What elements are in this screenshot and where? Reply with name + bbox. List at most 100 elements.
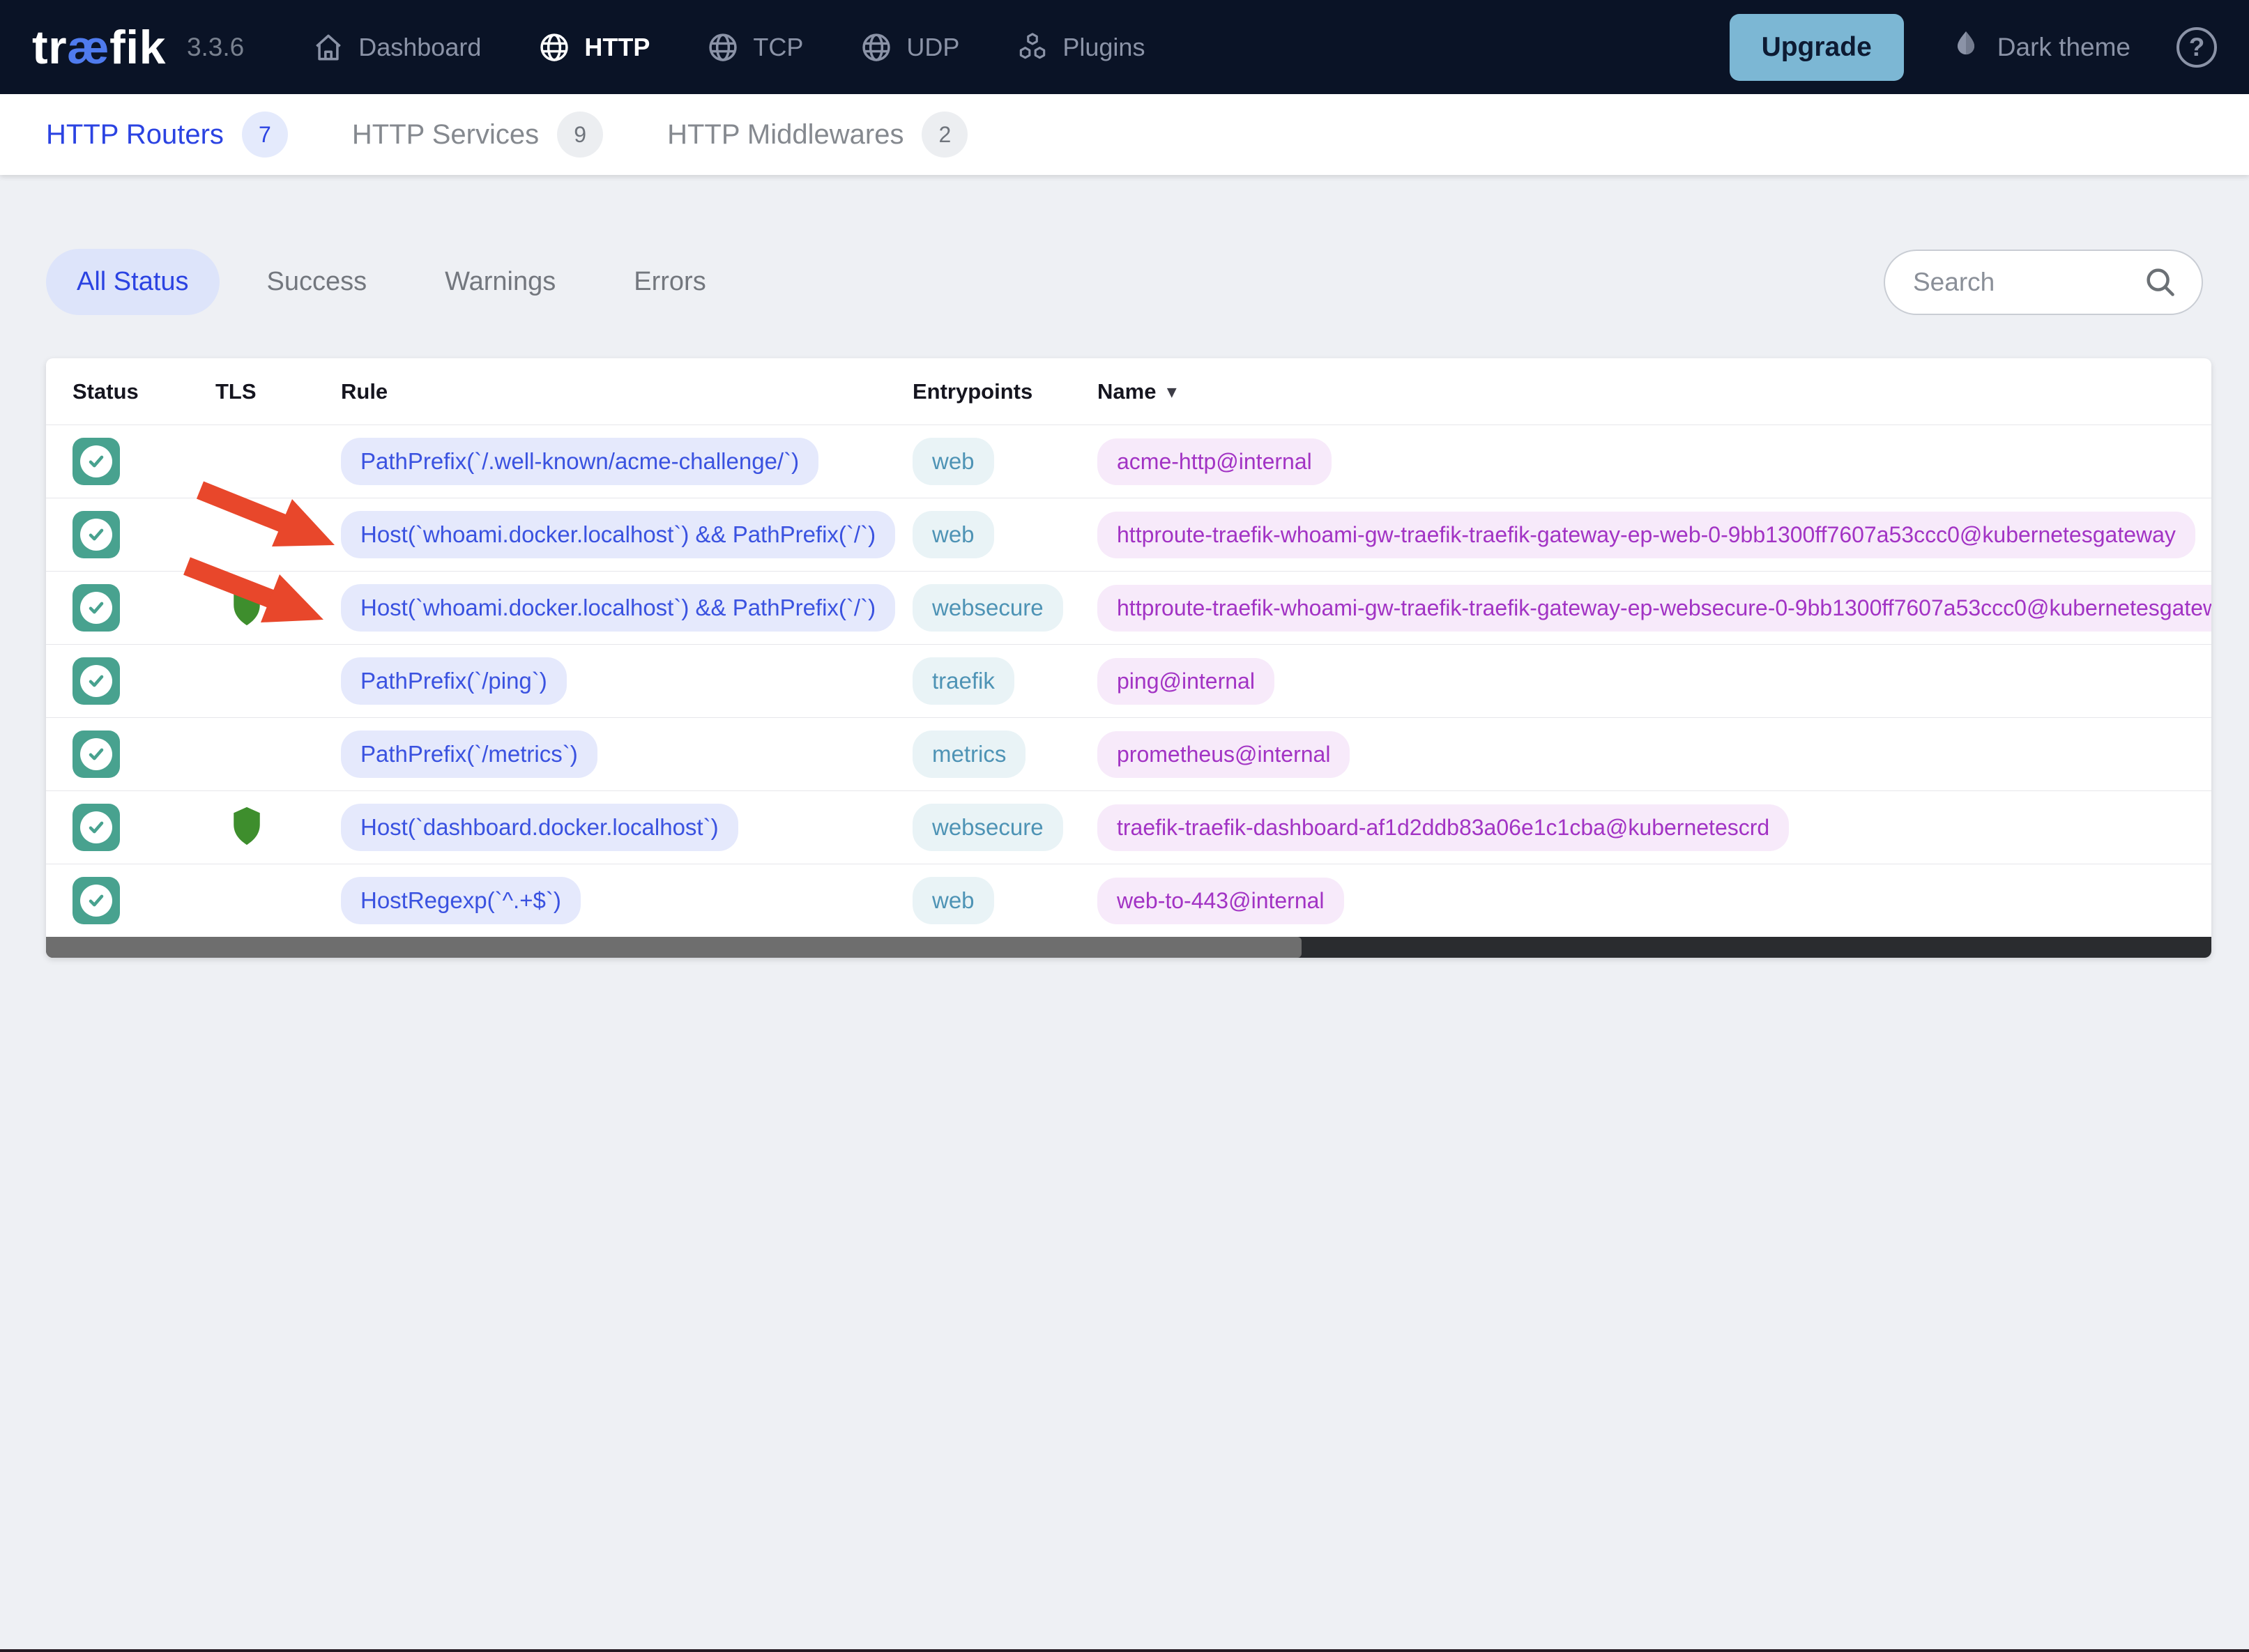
nav-item-label: Dashboard: [358, 32, 482, 61]
entrypoint-pill: web: [913, 438, 994, 485]
nav-item-http[interactable]: HTTP: [537, 30, 650, 65]
status-filter-tabs: All Status Success Warnings Errors: [46, 249, 737, 315]
navbar-right: Upgrade Dark theme ?: [1729, 13, 2217, 81]
count-badge: 2: [922, 112, 968, 158]
checkmark-icon: [80, 592, 112, 624]
nav-item-label: UDP: [906, 32, 960, 61]
name-pill: ping@internal: [1097, 657, 1274, 705]
count-badge: 7: [241, 112, 288, 158]
logo-part3: fik: [109, 20, 166, 74]
help-icon[interactable]: ?: [2176, 26, 2217, 68]
router-row[interactable]: PathPrefix(`/metrics`) metrics prometheus@…: [46, 717, 2211, 790]
tls-cell: [215, 586, 341, 631]
status-success-icon: [73, 584, 120, 632]
window-bottom-edge: [0, 1649, 2249, 1652]
name-cell: prometheus@internal: [1097, 731, 2211, 778]
name-cell: ping@internal: [1097, 657, 2211, 705]
entrypoints-cell: websecure: [913, 584, 1097, 632]
router-row[interactable]: PathPrefix(`/.well-known/acme-challenge/…: [46, 425, 2211, 498]
router-row[interactable]: Host(`whoami.docker.localhost`) && PathP…: [46, 571, 2211, 644]
subnav-tab-http-routers[interactable]: HTTP Routers 7: [46, 112, 288, 158]
entrypoint-pill: web: [913, 877, 994, 924]
checkmark-icon: [80, 665, 112, 697]
tls-cell: [215, 805, 341, 850]
sort-arrow-icon: ▾: [1167, 381, 1176, 401]
router-row[interactable]: Host(`whoami.docker.localhost`) && PathP…: [46, 498, 2211, 571]
name-cell: httproute-traefik-whoami-gw-traefik-trae…: [1097, 511, 2211, 558]
status-success-icon: [73, 438, 120, 485]
column-header-label: Entrypoints: [913, 378, 1033, 404]
rule-pill: PathPrefix(`/.well-known/acme-challenge/…: [341, 438, 819, 485]
globe-icon: [859, 30, 894, 65]
status-success-icon: [73, 731, 120, 778]
column-header-rule[interactable]: Rule: [341, 379, 913, 404]
column-header-label: Status: [73, 378, 139, 404]
entrypoint-pill: metrics: [913, 731, 1026, 778]
name-pill: web-to-443@internal: [1097, 877, 1344, 924]
nav-item-udp[interactable]: UDP: [859, 30, 959, 65]
logo-part2: æ: [67, 20, 110, 74]
subnav-tab-http-services[interactable]: HTTP Services 9: [351, 112, 604, 158]
router-row[interactable]: Host(`dashboard.docker.localhost`) websec…: [46, 790, 2211, 864]
column-header-entrypoints[interactable]: Entrypoints: [913, 379, 1097, 404]
column-header-tls[interactable]: TLS: [215, 379, 341, 404]
globe-icon: [706, 30, 740, 65]
subnav-tab-label: HTTP Services: [351, 118, 540, 150]
routers-table-card: Status TLS Rule Entrypoints Name ▾ PathPrefix…: [46, 358, 2211, 958]
column-header-status[interactable]: Status: [73, 379, 215, 404]
rule-cell: Host(`whoami.docker.localhost`) && PathP…: [341, 511, 913, 558]
status-cell: [73, 804, 215, 851]
entrypoints-cell: websecure: [913, 804, 1097, 851]
rule-pill: Host(`whoami.docker.localhost`) && PathP…: [341, 511, 896, 558]
filter-tab-success[interactable]: Success: [236, 249, 398, 315]
top-navbar: træfik 3.3.6 Dashboard HTTP TCP UDP Plugins …: [0, 0, 2249, 94]
filter-tab-warnings[interactable]: Warnings: [414, 249, 586, 315]
status-cell: [73, 584, 215, 632]
subnav-tab-label: HTTP Routers: [46, 118, 224, 150]
search-box: [1884, 249, 2203, 315]
subnav-tab-http-middlewares[interactable]: HTTP Middlewares 2: [667, 112, 968, 158]
search-icon[interactable]: [2142, 263, 2179, 301]
theme-toggle-label: Dark theme: [1997, 32, 2130, 61]
theme-toggle[interactable]: Dark theme: [1950, 28, 2130, 66]
table-header-row: Status TLS Rule Entrypoints Name ▾: [46, 358, 2211, 425]
checkmark-icon: [80, 885, 112, 917]
status-cell: [73, 657, 215, 705]
horizontal-scrollbar[interactable]: [46, 937, 2211, 958]
protocol-subnav: HTTP Routers 7 HTTP Services 9 HTTP Middlewa…: [0, 94, 2249, 175]
traefik-logo[interactable]: træfik: [32, 20, 166, 75]
router-row[interactable]: HostRegexp(`^.+$`) web web-to-443@internal: [46, 864, 2211, 937]
entrypoints-cell: web: [913, 877, 1097, 924]
name-pill: httproute-traefik-whoami-gw-traefik-trae…: [1097, 584, 2211, 632]
router-row[interactable]: PathPrefix(`/ping`) traefik ping@internal: [46, 644, 2211, 717]
tls-shield-icon: [229, 805, 264, 850]
checkmark-icon: [80, 811, 112, 843]
upgrade-button[interactable]: Upgrade: [1729, 13, 1904, 81]
name-cell: traefik-traefik-dashboard-af1d2ddb83a06e…: [1097, 804, 2211, 851]
nav-item-plugins[interactable]: Plugins: [1015, 30, 1145, 65]
status-cell: [73, 877, 215, 924]
nav-item-label: Plugins: [1062, 32, 1145, 61]
logo-part1: tr: [32, 20, 68, 74]
entrypoints-cell: traefik: [913, 657, 1097, 705]
name-pill: traefik-traefik-dashboard-af1d2ddb83a06e…: [1097, 804, 1790, 851]
version-label: 3.3.6: [186, 32, 245, 61]
filter-tab-all-status[interactable]: All Status: [46, 249, 220, 315]
nav-item-label: HTTP: [584, 32, 650, 61]
nav-item-tcp[interactable]: TCP: [706, 30, 803, 65]
entrypoint-pill: traefik: [913, 657, 1014, 705]
scrollbar-thumb[interactable]: [46, 937, 1302, 958]
name-cell: httproute-traefik-whoami-gw-traefik-trae…: [1097, 584, 2211, 632]
search-input[interactable]: [1912, 266, 2142, 298]
filter-tab-errors[interactable]: Errors: [603, 249, 736, 315]
checkmark-icon: [80, 738, 112, 770]
status-cell: [73, 731, 215, 778]
nav-item-dashboard[interactable]: Dashboard: [311, 30, 481, 65]
column-header-label: Rule: [341, 378, 388, 404]
rule-cell: PathPrefix(`/ping`): [341, 657, 913, 705]
column-header-name[interactable]: Name ▾: [1097, 379, 2211, 404]
status-success-icon: [73, 657, 120, 705]
checkmark-icon: [80, 519, 112, 551]
entrypoint-pill: websecure: [913, 584, 1063, 632]
rule-cell: PathPrefix(`/.well-known/acme-challenge/…: [341, 438, 913, 485]
